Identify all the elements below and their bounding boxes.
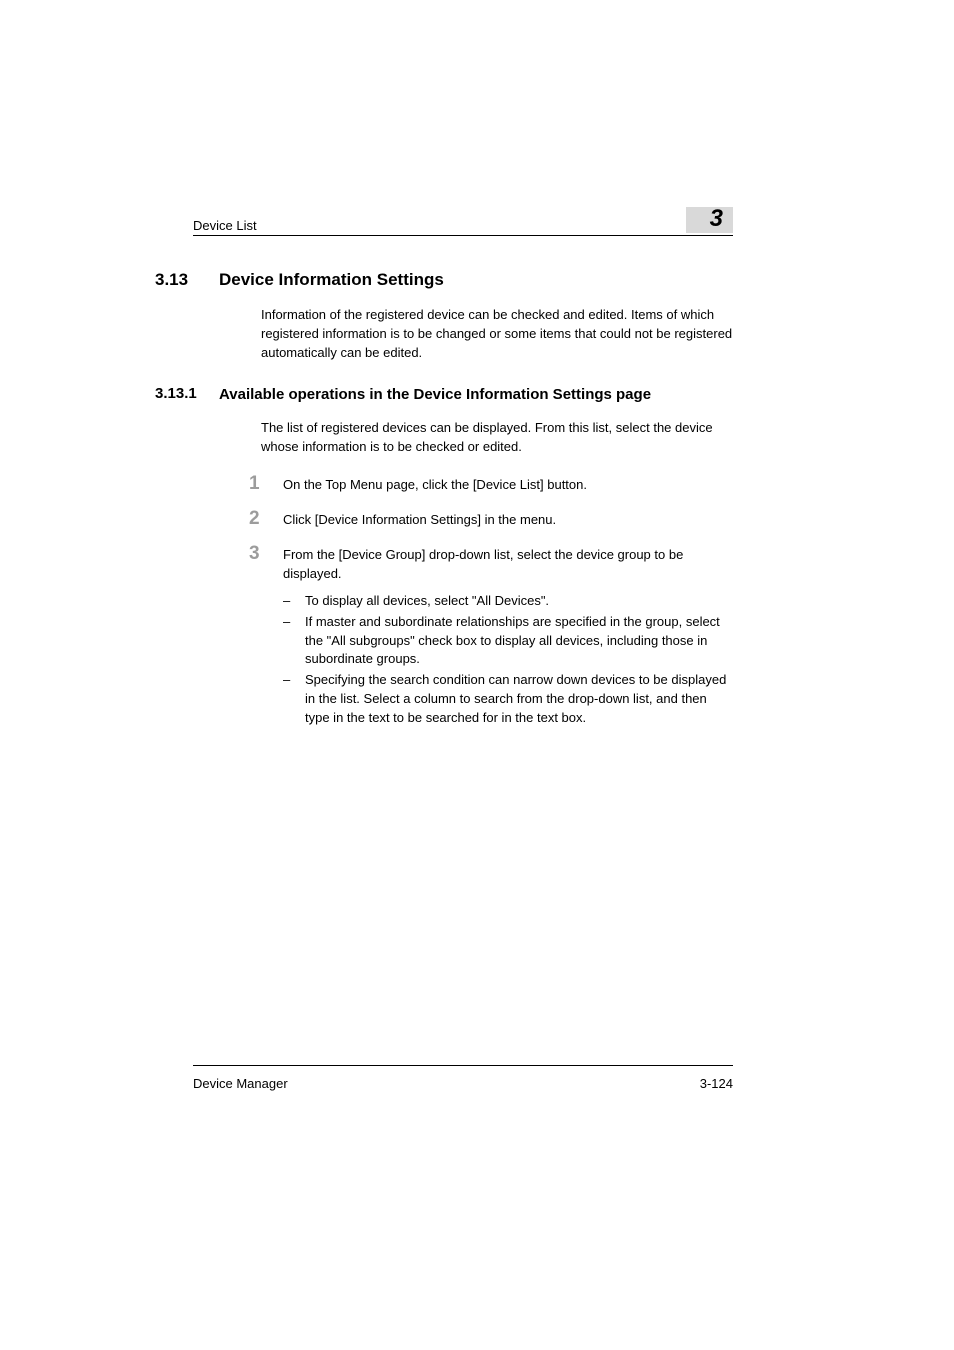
section-heading: 3.13 Device Information Settings (155, 270, 733, 290)
substep-text: If master and subordinate relationships … (305, 613, 733, 670)
page-footer: Device Manager 3-124 (193, 1065, 733, 1091)
footer-page-number: 3-124 (700, 1076, 733, 1091)
dash-icon: – (283, 592, 305, 611)
page-header: Device List 3 (193, 207, 733, 236)
step-text: From the [Device Group] drop-down list, … (283, 546, 733, 584)
step-item: 3 From the [Device Group] drop-down list… (249, 546, 733, 584)
step-text: Click [Device Information Settings] in t… (283, 511, 556, 530)
subsection-body-text: The list of registered devices can be di… (261, 419, 733, 457)
section-number: 3.13 (155, 270, 219, 290)
page-body: Device List 3 3.13 Device Information Se… (193, 207, 733, 730)
step-number: 1 (249, 474, 283, 493)
substep-item: – To display all devices, select "All De… (283, 592, 733, 611)
substep-text: To display all devices, select "All Devi… (305, 592, 549, 611)
chapter-number-badge: 3 (686, 207, 733, 233)
footer-title: Device Manager (193, 1076, 288, 1091)
subsection-heading: 3.13.1 Available operations in the Devic… (155, 385, 733, 405)
step-item: 2 Click [Device Information Settings] in… (249, 511, 733, 530)
header-section-name: Device List (193, 218, 257, 233)
step-item: 1 On the Top Menu page, click the [Devic… (249, 476, 733, 495)
substep-text: Specifying the search condition can narr… (305, 671, 733, 728)
section-title: Device Information Settings (219, 270, 444, 290)
step-number: 2 (249, 509, 283, 528)
step-number: 3 (249, 544, 283, 563)
substep-item: – If master and subordinate relationship… (283, 613, 733, 670)
step-text: On the Top Menu page, click the [Device … (283, 476, 587, 495)
dash-icon: – (283, 613, 305, 632)
dash-icon: – (283, 671, 305, 690)
substep-item: – Specifying the search condition can na… (283, 671, 733, 728)
section-body-text: Information of the registered device can… (261, 306, 733, 363)
subsection-number: 3.13.1 (155, 385, 219, 402)
substep-list: – To display all devices, select "All De… (283, 592, 733, 728)
subsection-title: Available operations in the Device Infor… (219, 385, 651, 405)
